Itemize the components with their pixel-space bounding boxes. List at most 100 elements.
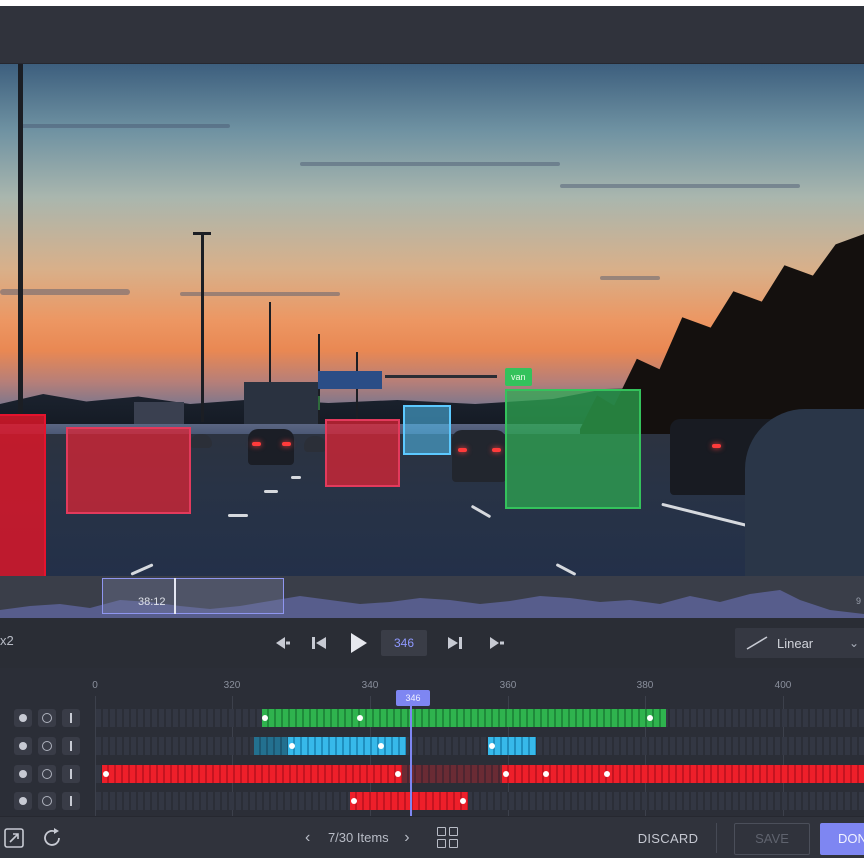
- ruler-label: 320: [223, 680, 241, 691]
- bbox-car-red[interactable]: [325, 419, 400, 487]
- pager-text: 7/30 Items: [327, 830, 389, 845]
- car: [745, 409, 864, 576]
- track-options[interactable]: [62, 737, 80, 755]
- tail-light: [712, 444, 721, 448]
- bbox-car-red[interactable]: [0, 414, 46, 576]
- save-button[interactable]: SAVE: [734, 823, 810, 855]
- ruler-label: 400: [774, 680, 792, 691]
- visibility-toggle[interactable]: [14, 792, 32, 810]
- annotation-timeline[interactable]: 0 320 340 360 380 400 346: [0, 668, 864, 816]
- bbox-truck-cyan[interactable]: [403, 405, 451, 455]
- lock-ring-icon: [42, 741, 52, 751]
- keyframe[interactable]: [103, 771, 109, 777]
- track-controls: [14, 709, 80, 727]
- top-bar: [0, 6, 864, 64]
- lock-toggle[interactable]: [38, 737, 56, 755]
- truck: [134, 402, 184, 424]
- keyframe[interactable]: [604, 771, 610, 777]
- track-segment-red[interactable]: [102, 765, 402, 783]
- track-row[interactable]: [96, 737, 864, 755]
- playback-speed[interactable]: x2: [0, 633, 14, 648]
- visibility-dot-icon: [19, 742, 27, 750]
- car: [190, 434, 212, 448]
- skip-back-button[interactable]: [265, 628, 295, 658]
- visibility-dot-icon: [19, 770, 27, 778]
- lock-toggle[interactable]: [38, 792, 56, 810]
- ruler-label: 340: [361, 680, 379, 691]
- timeline-playhead[interactable]: [410, 698, 412, 816]
- track-bar-icon: [70, 769, 72, 779]
- done-button[interactable]: DONE: [820, 823, 864, 855]
- playhead-frame-label[interactable]: 346: [396, 690, 430, 706]
- sign-gantry: [385, 375, 497, 378]
- visibility-toggle[interactable]: [14, 709, 32, 727]
- video-scrubber[interactable]: 38:12 9: [0, 576, 864, 618]
- bbox-car-red[interactable]: [66, 427, 191, 514]
- step-back-button[interactable]: [304, 628, 334, 658]
- bbox-van-green[interactable]: [505, 389, 641, 509]
- keyframe[interactable]: [543, 771, 549, 777]
- lock-ring-icon: [42, 796, 52, 806]
- keyframe[interactable]: [378, 743, 384, 749]
- scrubber-cursor[interactable]: [174, 578, 176, 614]
- item-pager: ‹ 7/30 Items ›: [305, 829, 410, 847]
- keyframe[interactable]: [289, 743, 295, 749]
- pager-next-button[interactable]: ›: [404, 829, 409, 847]
- footer-bar: ‹ 7/30 Items › DISCARD SAVE DONE: [0, 816, 864, 858]
- bbox-label: van: [505, 368, 532, 386]
- keyframe[interactable]: [351, 798, 357, 804]
- cloud: [20, 124, 230, 128]
- track-options[interactable]: [62, 792, 80, 810]
- keyframe[interactable]: [357, 715, 363, 721]
- car: [304, 436, 326, 452]
- expand-button[interactable]: [2, 826, 26, 850]
- track-options[interactable]: [62, 709, 80, 727]
- ruler-label: 0: [92, 680, 98, 691]
- keyframe[interactable]: [503, 771, 509, 777]
- refresh-icon: [44, 828, 60, 846]
- lock-toggle[interactable]: [38, 709, 56, 727]
- discard-button[interactable]: DISCARD: [628, 825, 708, 853]
- play-icon: [351, 633, 367, 653]
- visibility-dot-icon: [19, 797, 27, 805]
- light-pole: [18, 64, 23, 414]
- tail-light: [282, 442, 291, 446]
- skip-forward-button[interactable]: [480, 628, 510, 658]
- highway-sign: [318, 371, 382, 389]
- track-segment-red[interactable]: [350, 792, 468, 810]
- visibility-toggle[interactable]: [14, 765, 32, 783]
- track-segment-cyan[interactable]: [288, 737, 406, 755]
- keyframe[interactable]: [460, 798, 466, 804]
- step-forward-button[interactable]: [440, 628, 470, 658]
- visibility-toggle[interactable]: [14, 737, 32, 755]
- pager-prev-button[interactable]: ‹: [305, 829, 310, 847]
- annotation-app: van 38:12 9 x2 346 Linear ⌄ 0 320 340 36…: [0, 6, 864, 858]
- cloud: [300, 162, 560, 166]
- track-segment-red[interactable]: [502, 765, 864, 783]
- current-frame-field[interactable]: 346: [381, 630, 427, 656]
- keyframe[interactable]: [262, 715, 268, 721]
- scrubber-window[interactable]: [102, 578, 284, 614]
- interpolation-select[interactable]: Linear ⌄: [735, 628, 864, 658]
- track-row[interactable]: [96, 792, 864, 810]
- video-frame[interactable]: van: [0, 64, 864, 576]
- visibility-dot-icon: [19, 714, 27, 722]
- track-segment-cyan-faded[interactable]: [254, 737, 288, 755]
- track-options[interactable]: [62, 765, 80, 783]
- lock-toggle[interactable]: [38, 765, 56, 783]
- track-segment-cyan[interactable]: [488, 737, 536, 755]
- refresh-button[interactable]: [40, 826, 64, 850]
- track-segment-green[interactable]: [262, 709, 666, 727]
- light-pole: [201, 232, 204, 422]
- scrubber-end-label: 9: [856, 596, 862, 606]
- expand-icon: [4, 828, 24, 848]
- keyframe[interactable]: [489, 743, 495, 749]
- keyframe[interactable]: [395, 771, 401, 777]
- play-button[interactable]: [343, 628, 373, 658]
- track-segment-red-faded[interactable]: [402, 765, 502, 783]
- keyframe[interactable]: [647, 715, 653, 721]
- cloud: [600, 276, 660, 280]
- grid-icon[interactable]: [436, 826, 460, 850]
- car: [248, 429, 294, 465]
- car: [452, 430, 506, 482]
